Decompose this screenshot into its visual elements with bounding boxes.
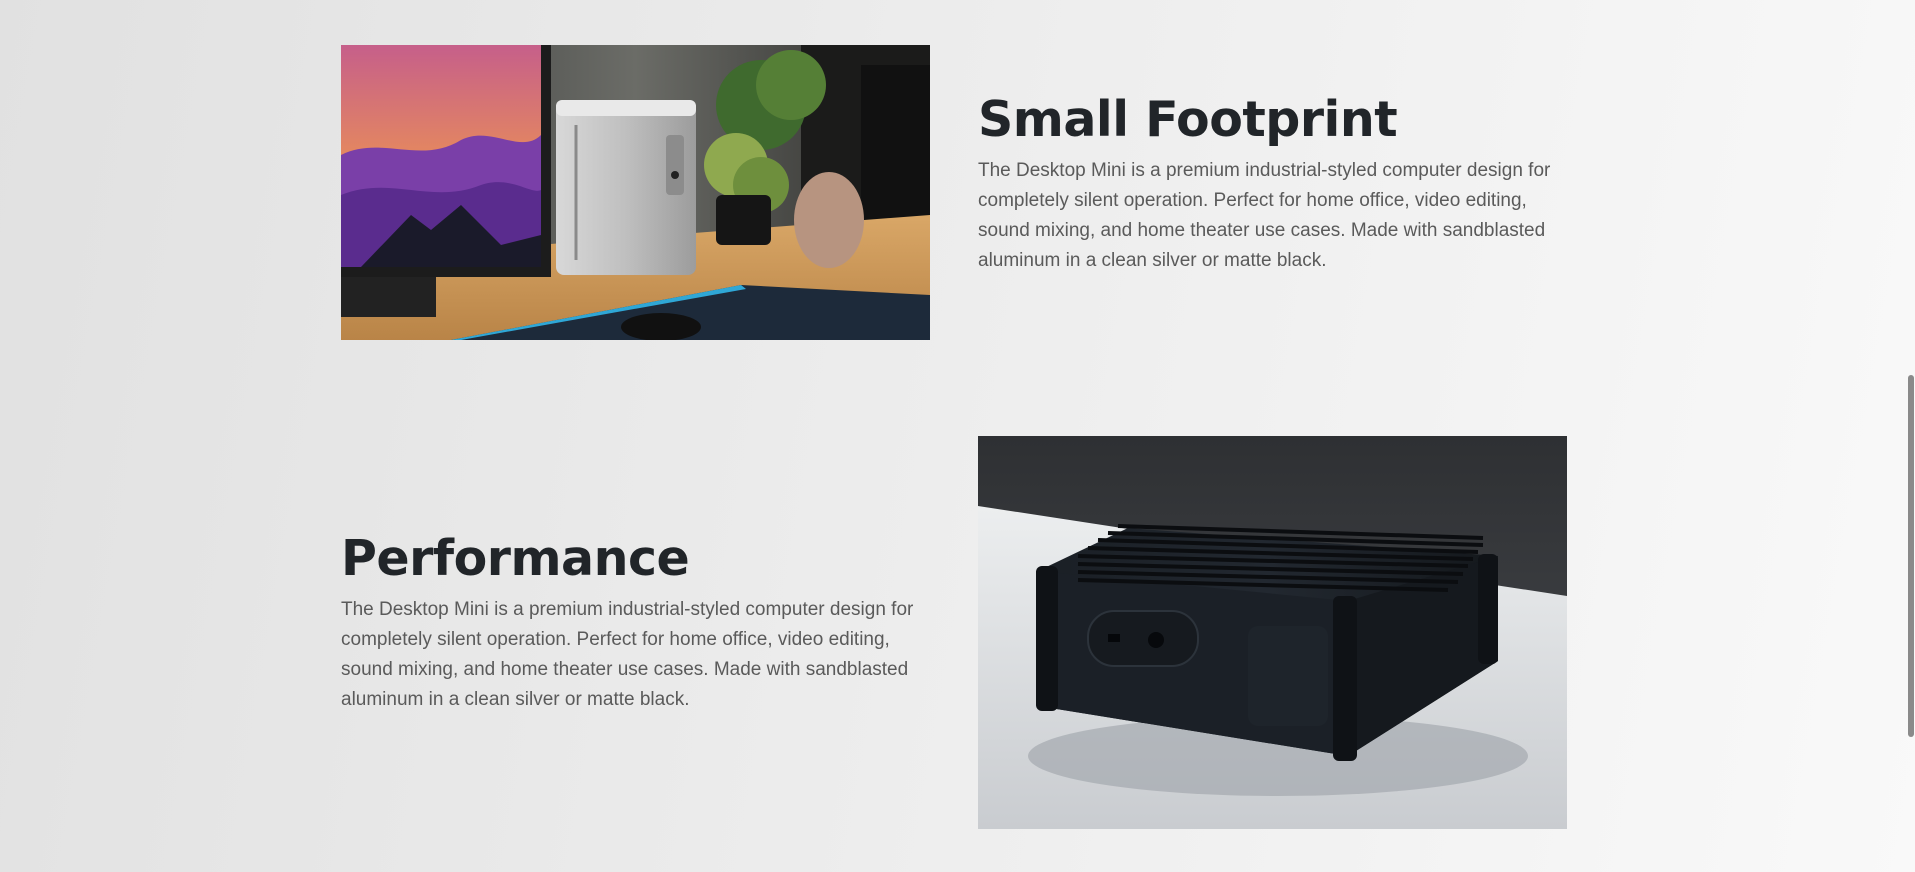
page-scrollbar[interactable] <box>1905 0 1915 872</box>
feature-description: The Desktop Mini is a premium industrial… <box>341 599 914 710</box>
scrollbar-thumb[interactable] <box>1908 375 1914 737</box>
feature-title: Performance <box>341 530 690 587</box>
feature-small-footprint: Small Footprint The Desktop Mini is a pr… <box>978 90 1578 276</box>
feature-image-small-footprint <box>341 45 930 340</box>
feature-description: The Desktop Mini is a premium industrial… <box>978 160 1551 271</box>
feature-title: Small Footprint <box>978 91 1398 148</box>
feature-performance: Performance The Desktop Mini is a premiu… <box>341 529 941 715</box>
feature-image-performance <box>978 436 1567 829</box>
black-desktop-mini-photo <box>978 436 1567 829</box>
silver-desktop-mini-photo <box>341 45 930 340</box>
